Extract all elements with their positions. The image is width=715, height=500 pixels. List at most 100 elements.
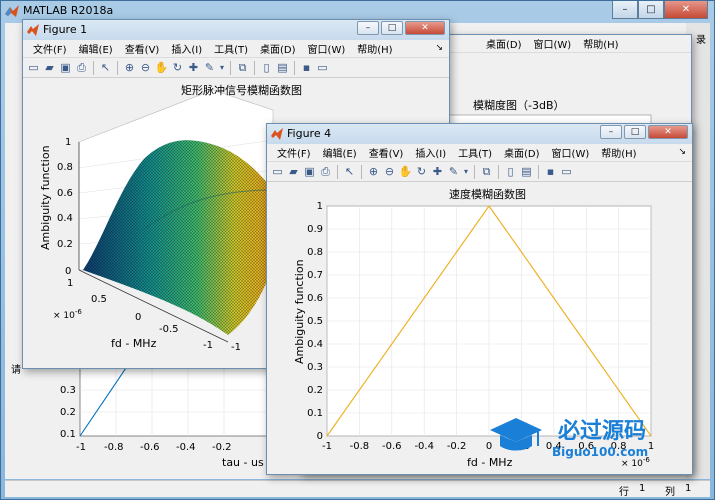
figure1-title-bar[interactable]: Figure 1 – □ ✕ — [23, 20, 449, 40]
fig4-menu-window[interactable]: 窗口(W) — [546, 145, 596, 160]
back-menu-help[interactable]: 帮助(H) — [577, 36, 624, 51]
print-icon[interactable]: ⎙ — [74, 60, 89, 75]
x-tick-label: -0.4 — [414, 441, 434, 452]
pan-icon[interactable]: ✋ — [154, 60, 169, 75]
show-tools-icon[interactable]: ▭ — [315, 60, 330, 75]
menu-overflow-icon[interactable]: ↘ — [435, 43, 443, 53]
figure4-menubar: 文件(F) 编辑(E) 查看(V) 插入(I) 工具(T) 桌面(D) 窗口(W… — [267, 144, 692, 162]
brush-icon[interactable]: ✎ — [202, 60, 217, 75]
show-tools-icon[interactable]: ▭ — [559, 164, 574, 179]
fig1-menu-edit[interactable]: 编辑(E) — [73, 41, 119, 56]
figure1-menubar: 文件(F) 编辑(E) 查看(V) 插入(I) 工具(T) 桌面(D) 窗口(W… — [23, 40, 449, 58]
fig4-menu-file[interactable]: 文件(F) — [271, 145, 317, 160]
fig4-menu-view[interactable]: 查看(V) — [363, 145, 410, 160]
y-tick-label: 0 — [317, 431, 323, 442]
save-icon[interactable]: ▣ — [58, 60, 73, 75]
colorbar-icon[interactable]: ▯ — [259, 60, 274, 75]
x-tick-label: -0.2 — [447, 441, 467, 452]
print-icon[interactable]: ⎙ — [318, 164, 333, 179]
y-tick-label: 0.6 — [307, 293, 323, 304]
y-tick-label: 1 — [317, 201, 323, 212]
fig4-menu-desktop[interactable]: 桌面(D) — [498, 145, 546, 160]
watermark-text: 必过源码 — [558, 418, 646, 444]
data-cursor-icon[interactable]: ✚ — [430, 164, 445, 179]
dropdown-arrow-icon[interactable]: ▾ — [462, 164, 470, 179]
save-icon[interactable]: ▣ — [302, 164, 317, 179]
fig1-menu-help[interactable]: 帮助(H) — [351, 41, 398, 56]
figure4-title-bar[interactable]: Figure 4 – □ ✕ — [267, 124, 692, 144]
y-tick-label: 0.1 — [307, 408, 323, 419]
fig1-menu-window[interactable]: 窗口(W) — [302, 41, 352, 56]
colorbar-icon[interactable]: ▯ — [503, 164, 518, 179]
data-cursor-icon[interactable]: ✚ — [186, 60, 201, 75]
fig1-menu-file[interactable]: 文件(F) — [27, 41, 73, 56]
fig1-menu-desktop[interactable]: 桌面(D) — [254, 41, 302, 56]
link-icon[interactable]: ⧉ — [479, 164, 494, 179]
tau-tick-left: -1 — [231, 342, 241, 353]
figure1-title: Figure 1 — [43, 23, 88, 36]
pointer-icon[interactable]: ↖ — [342, 164, 357, 179]
main-minimize-button[interactable]: – — [612, 1, 638, 19]
rotate-icon[interactable]: ↻ — [414, 164, 429, 179]
figure4-minimize-button[interactable]: – — [600, 125, 622, 139]
back-menu-window[interactable]: 窗口(W) — [528, 36, 578, 51]
fd-tick-neg1: -1 — [203, 340, 213, 351]
new-file-icon[interactable]: ▭ — [26, 60, 41, 75]
fig1-menu-view[interactable]: 查看(V) — [119, 41, 166, 56]
back-xtick-4: -0.2 — [212, 442, 232, 453]
back-ytick-0: 0.3 — [60, 385, 76, 396]
hide-tools-icon[interactable]: ▪ — [299, 60, 314, 75]
zoom-out-icon[interactable]: ⊖ — [382, 164, 397, 179]
fd-tick-0: 0 — [135, 312, 141, 323]
z-tick-1: 1 — [65, 137, 71, 148]
figure-icon — [271, 128, 283, 140]
open-folder-icon[interactable]: ▰ — [42, 60, 57, 75]
figure1-minimize-button[interactable]: – — [357, 21, 379, 35]
left-fragment-label: 请 — [11, 365, 21, 376]
y-tick-label: 0.9 — [307, 224, 323, 235]
hide-tools-icon[interactable]: ▪ — [543, 164, 558, 179]
fig4-menu-edit[interactable]: 编辑(E) — [317, 145, 363, 160]
pointer-icon[interactable]: ↖ — [98, 60, 113, 75]
fig1-menu-insert[interactable]: 插入(I) — [165, 41, 208, 56]
figure1-close-button[interactable]: ✕ — [405, 21, 445, 35]
figure4-maximize-button[interactable]: □ — [624, 125, 646, 139]
figure4-close-button[interactable]: ✕ — [648, 125, 688, 139]
back-ytick-2: 0.1 — [60, 429, 76, 440]
status-row-label: 行 — [619, 487, 629, 498]
zoom-in-icon[interactable]: ⊕ — [122, 60, 137, 75]
x-tick-label: -1 — [322, 441, 332, 452]
y-tick-label: 0.3 — [307, 362, 323, 373]
watermark: 必过源码 Biguo100.com — [486, 408, 686, 468]
fig4-menu-help[interactable]: 帮助(H) — [595, 145, 642, 160]
back-menu-desktop[interactable]: 桌面(D) — [480, 36, 528, 51]
figure4-title: Figure 4 — [287, 127, 332, 140]
x-tick-label: -0.6 — [382, 441, 402, 452]
link-icon[interactable]: ⧉ — [235, 60, 250, 75]
back-axes-remnant: 0.3 0.2 0.1 -1 -0.8 -0.6 -0.4 -0.2 tau -… — [24, 367, 274, 472]
back-plot-title: 模糊度图（-3dB） — [473, 98, 565, 112]
zoom-out-icon[interactable]: ⊖ — [138, 60, 153, 75]
brush-icon[interactable]: ✎ — [446, 164, 461, 179]
z-tick-0-8: 0.8 — [57, 162, 73, 173]
main-maximize-button[interactable]: □ — [638, 1, 664, 19]
fig4-menu-insert[interactable]: 插入(I) — [409, 145, 452, 160]
z-tick-0-6: 0.6 — [57, 188, 73, 199]
y-tick-label: 0.7 — [307, 270, 323, 281]
legend-icon[interactable]: ▤ — [519, 164, 534, 179]
menu-overflow-icon[interactable]: ↘ — [678, 147, 686, 157]
dropdown-arrow-icon[interactable]: ▾ — [218, 60, 226, 75]
figure1-maximize-button[interactable]: □ — [381, 21, 403, 35]
fd-tick-neg0-5: -0.5 — [159, 324, 179, 335]
fig1-menu-tools[interactable]: 工具(T) — [208, 41, 254, 56]
open-folder-icon[interactable]: ▰ — [286, 164, 301, 179]
fig4-menu-tools[interactable]: 工具(T) — [452, 145, 498, 160]
zoom-in-icon[interactable]: ⊕ — [366, 164, 381, 179]
status-col-label: 列 — [665, 487, 675, 498]
new-file-icon[interactable]: ▭ — [270, 164, 285, 179]
main-close-button[interactable]: ✕ — [664, 1, 708, 19]
rotate-icon[interactable]: ↻ — [170, 60, 185, 75]
watermark-svg: 必过源码 Biguo100.com — [490, 418, 648, 459]
legend-icon[interactable]: ▤ — [275, 60, 290, 75]
pan-icon[interactable]: ✋ — [398, 164, 413, 179]
